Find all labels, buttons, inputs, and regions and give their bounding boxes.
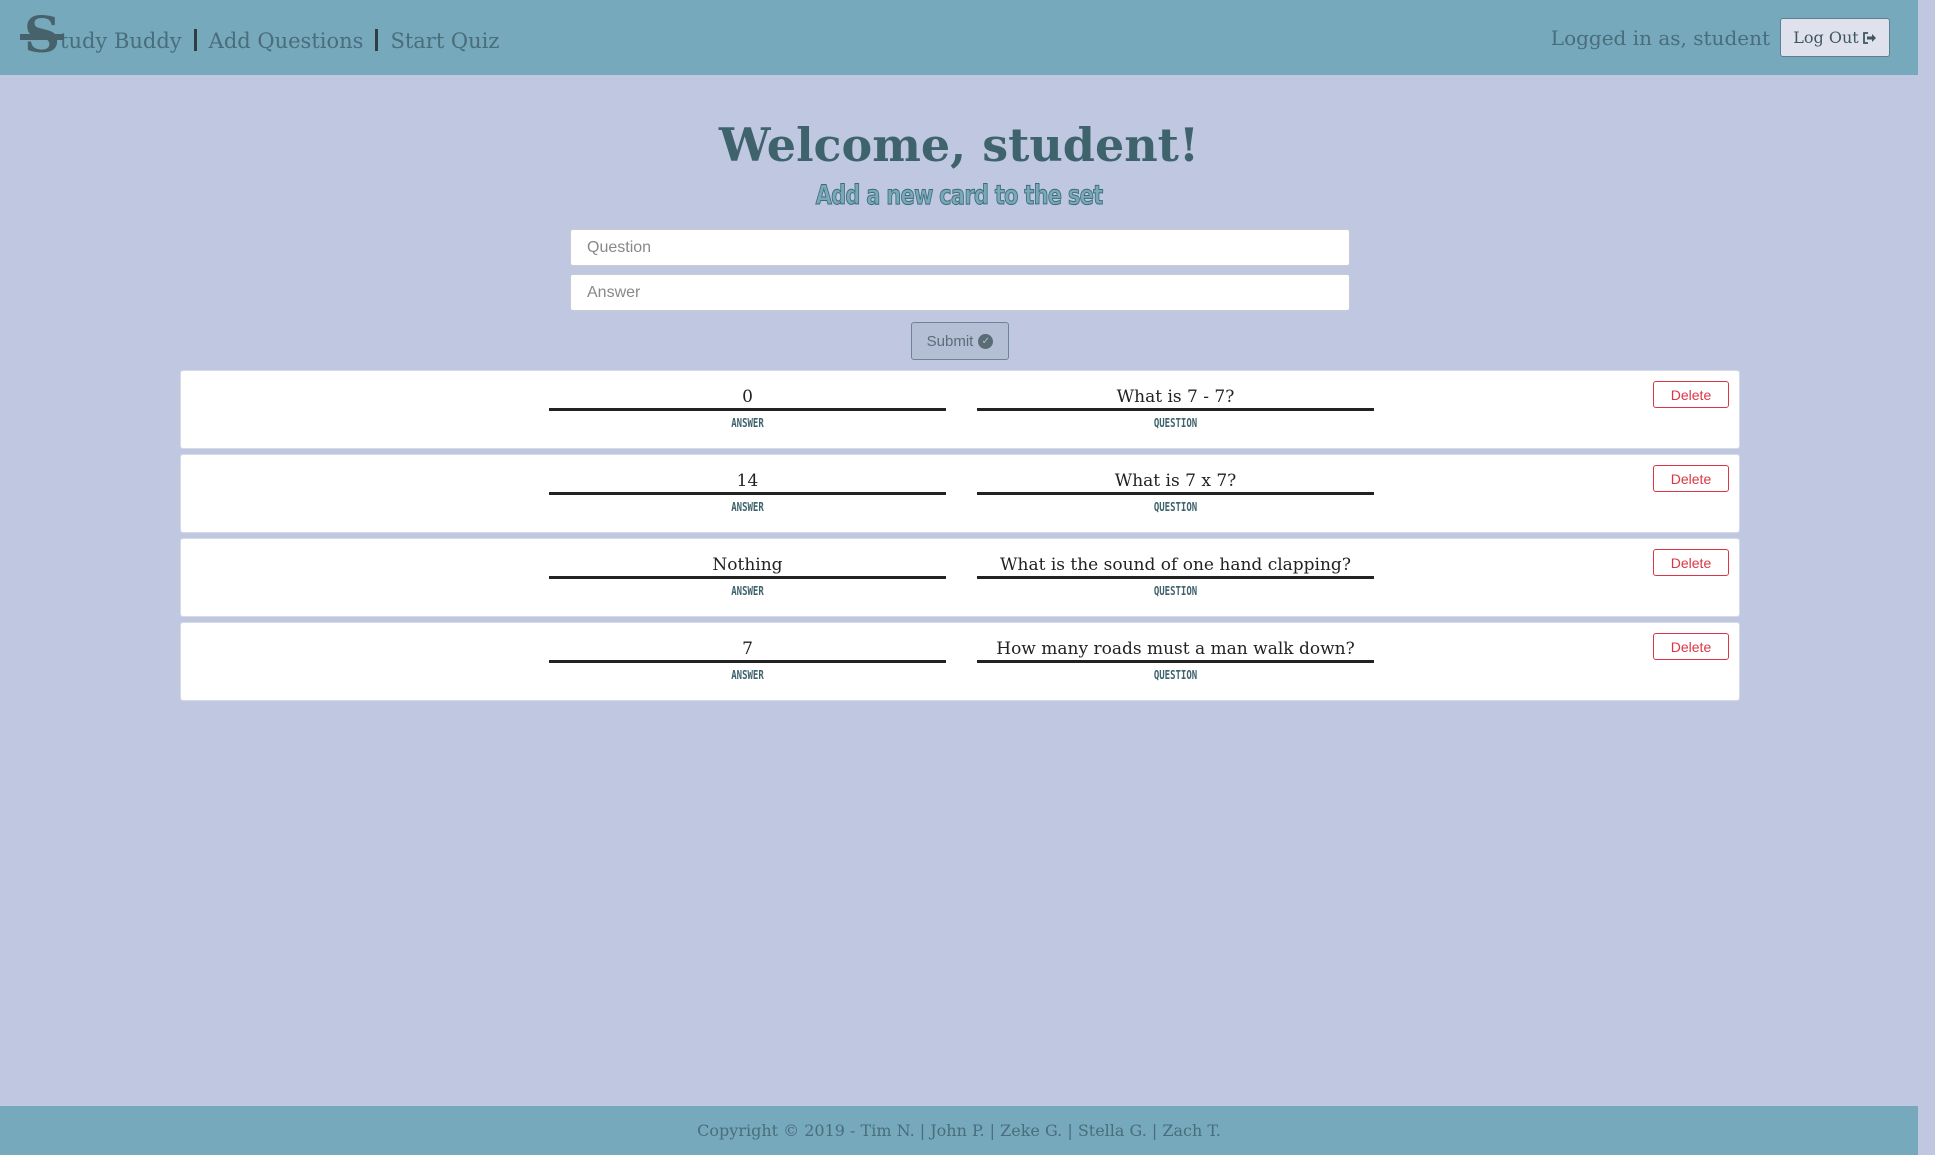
logout-label: Log Out	[1793, 28, 1859, 47]
delete-button[interactable]: Delete	[1653, 549, 1729, 576]
page-title: Welcome, student!	[718, 118, 1200, 172]
answer-value: Nothing	[549, 553, 946, 579]
question-label: QUESTION	[1153, 668, 1198, 682]
page-subtitle: Add a new card to the set	[815, 180, 1103, 212]
navbar: S tudy Buddy Add Questions Start Quiz Lo…	[0, 0, 1918, 75]
delete-button[interactable]: Delete	[1653, 633, 1729, 660]
nav-separator	[193, 29, 197, 51]
brand-logo[interactable]: S	[20, 10, 64, 60]
copyright-text: Copyright © 2019 - Tim N. | John P. | Ze…	[697, 1121, 1221, 1140]
question-label: QUESTION	[1153, 584, 1198, 598]
sign-out-icon	[1862, 31, 1876, 44]
flashcard-row: 7 ANSWER How many roads must a man walk …	[180, 622, 1740, 701]
flashcard-row: Nothing ANSWER What is the sound of one …	[180, 538, 1740, 617]
delete-button[interactable]: Delete	[1653, 465, 1729, 492]
card-list: 0 ANSWER What is 7 - 7? QUESTION Delete …	[180, 370, 1740, 706]
submit-button[interactable]: Submit ✓	[911, 322, 1009, 360]
nav-start-quiz[interactable]: Start Quiz	[390, 26, 499, 56]
nav-links: S tudy Buddy Add Questions Start Quiz	[20, 10, 499, 60]
answer-label: ANSWER	[731, 584, 764, 598]
question-value: What is 7 - 7?	[977, 385, 1374, 411]
flashcard-row: 0 ANSWER What is 7 - 7? QUESTION Delete	[180, 370, 1740, 449]
nav-separator	[375, 29, 379, 51]
nav-add-questions[interactable]: Add Questions	[209, 26, 364, 56]
footer: Copyright © 2019 - Tim N. | John P. | Ze…	[0, 1106, 1918, 1155]
answer-label: ANSWER	[731, 416, 764, 430]
user-area: Logged in as, student Log Out	[1551, 18, 1890, 57]
answer-column: 0 ANSWER	[549, 385, 946, 430]
question-column: What is 7 x 7? QUESTION	[977, 469, 1374, 514]
answer-input[interactable]	[570, 274, 1350, 311]
answer-value: 14	[549, 469, 946, 495]
question-label: QUESTION	[1153, 416, 1198, 430]
submit-label: Submit	[926, 332, 974, 350]
question-value: How many roads must a man walk down?	[977, 637, 1374, 663]
answer-value: 0	[549, 385, 946, 411]
logo-strike-bar	[20, 34, 64, 40]
question-label: QUESTION	[1153, 500, 1198, 514]
question-column: How many roads must a man walk down? QUE…	[977, 637, 1374, 682]
question-input[interactable]	[570, 229, 1350, 266]
answer-column: 7 ANSWER	[549, 637, 946, 682]
answer-label: ANSWER	[731, 668, 764, 682]
answer-value: 7	[549, 637, 946, 663]
answer-column: 14 ANSWER	[549, 469, 946, 514]
brand-link[interactable]: tudy Buddy	[60, 26, 182, 56]
delete-button[interactable]: Delete	[1653, 381, 1729, 408]
question-value: What is 7 x 7?	[977, 469, 1374, 495]
question-column: What is the sound of one hand clapping? …	[977, 553, 1374, 598]
answer-column: Nothing ANSWER	[549, 553, 946, 598]
logout-button[interactable]: Log Out	[1780, 18, 1890, 57]
logged-in-text: Logged in as, student	[1550, 25, 1770, 50]
answer-label: ANSWER	[731, 500, 764, 514]
question-column: What is 7 - 7? QUESTION	[977, 385, 1374, 430]
check-circle-icon: ✓	[978, 333, 994, 349]
question-value: What is the sound of one hand clapping?	[977, 553, 1374, 579]
flashcard-row: 14 ANSWER What is 7 x 7? QUESTION Delete	[180, 454, 1740, 533]
